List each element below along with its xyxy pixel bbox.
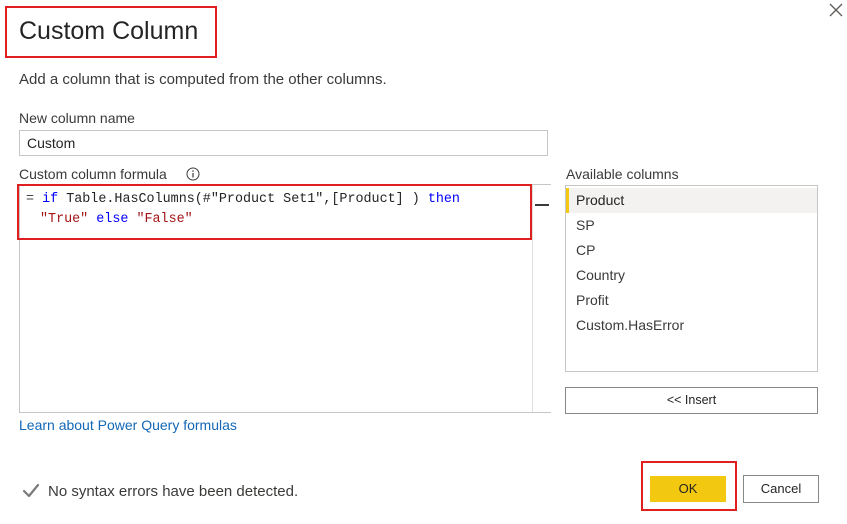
checkmark-icon [21, 481, 41, 501]
syntax-status-text: No syntax errors have been detected. [48, 483, 299, 500]
dialog-title: Custom Column [19, 17, 199, 45]
new-column-name-label: New column name [19, 110, 135, 126]
column-item-custom-haserror[interactable]: Custom.HasError [566, 313, 817, 338]
insert-button[interactable]: << Insert [565, 387, 818, 414]
formula-scroll-thumb[interactable] [535, 204, 549, 206]
close-icon [829, 3, 843, 17]
info-icon[interactable] [186, 167, 200, 181]
learn-power-query-link[interactable]: Learn about Power Query formulas [19, 417, 237, 433]
new-column-name-input[interactable] [19, 130, 548, 156]
cancel-button[interactable]: Cancel [743, 475, 819, 503]
dialog-subtitle: Add a column that is computed from the o… [19, 71, 387, 88]
close-button[interactable] [826, 0, 846, 20]
ok-button[interactable]: OK [650, 476, 726, 502]
column-item-country[interactable]: Country [566, 263, 817, 288]
formula-highlight-box [17, 184, 532, 240]
formula-label: Custom column formula [19, 166, 167, 182]
available-columns-label: Available columns [566, 166, 679, 182]
column-item-cp[interactable]: CP [566, 238, 817, 263]
column-item-sp[interactable]: SP [566, 213, 817, 238]
formula-scrollbar[interactable] [532, 185, 551, 412]
column-item-product[interactable]: Product [566, 188, 817, 213]
column-item-profit[interactable]: Profit [566, 288, 817, 313]
available-columns-list[interactable]: Product SP CP Country Profit Custom.HasE… [565, 185, 818, 372]
